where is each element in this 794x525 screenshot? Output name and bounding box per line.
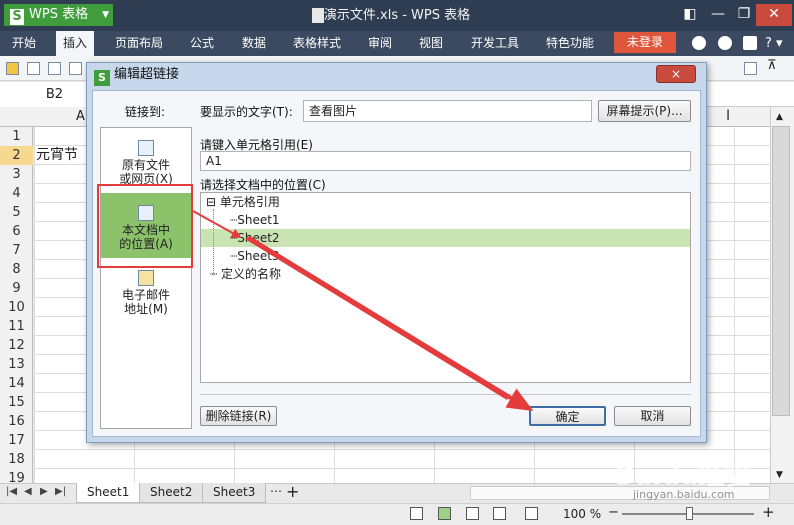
row-number-14[interactable]: 14 — [0, 374, 33, 393]
wps-logo-icon: S — [10, 9, 24, 25]
minimize-button[interactable]: — — [704, 4, 732, 24]
dialog-divider — [200, 394, 691, 395]
add-sheet-button[interactable]: + — [286, 482, 299, 501]
row-number-6[interactable]: 6 — [0, 222, 33, 241]
save-icon[interactable] — [27, 62, 40, 75]
menu-developer[interactable]: 开发工具 — [464, 31, 526, 56]
tree-node-defined-names[interactable]: ┈ 定义的名称 — [210, 265, 281, 283]
cell-ref-input[interactable]: A1 — [200, 151, 691, 171]
row-number-17[interactable]: 17 — [0, 431, 33, 450]
email-icon — [138, 270, 154, 286]
web-page-icon — [138, 140, 154, 156]
help-button[interactable]: ? ▾ — [765, 31, 783, 56]
display-text-label: 要显示的文字(T): — [200, 105, 293, 119]
zoom-level[interactable]: 100 % — [563, 503, 601, 525]
cell-a2[interactable]: 元宵节 — [36, 146, 78, 165]
scroll-down-icon[interactable]: ▼ — [776, 470, 783, 480]
window-close-button[interactable]: ✕ — [756, 4, 792, 26]
reading-mode-icon[interactable] — [525, 507, 538, 520]
column-i-header[interactable]: I — [726, 108, 730, 124]
menu-special[interactable]: 特色功能 — [539, 31, 601, 56]
next-sheet-icon[interactable]: ▶ — [40, 486, 48, 497]
headset-icon[interactable] — [718, 36, 732, 50]
zoom-in-button[interactable]: + — [762, 503, 775, 521]
menu-review[interactable]: 审阅 — [361, 31, 399, 56]
link-type-existing-file-label: 原有文件 或网页(X) — [119, 158, 173, 186]
tree-node-sheet3[interactable]: ┈Sheet3 — [230, 247, 280, 265]
ribbon-toggle-icon[interactable] — [744, 62, 757, 75]
row-number-12[interactable]: 12 — [0, 336, 33, 355]
menu-table-style[interactable]: 表格样式 — [286, 31, 348, 56]
menu-insert[interactable]: 插入 — [56, 31, 95, 56]
ok-button[interactable]: 确定 — [529, 406, 606, 426]
row-number-9[interactable]: 9 — [0, 279, 33, 298]
zoom-out-button[interactable]: − — [608, 505, 619, 520]
tree-node-cell-references[interactable]: ⊟ 单元格引用 — [206, 193, 280, 211]
row-number-2[interactable]: 2 — [0, 146, 33, 165]
link-type-email-label: 电子邮件 地址(M) — [121, 288, 170, 316]
menu-view[interactable]: 视图 — [412, 31, 450, 56]
tab-sheet3[interactable]: Sheet3 — [202, 483, 267, 503]
document-title: 演示文件.xls - WPS 表格 — [323, 8, 471, 23]
row-number-7[interactable]: 7 — [0, 241, 33, 260]
fullscreen-icon[interactable] — [493, 507, 506, 520]
screentip-button[interactable]: 屏幕提示(P)... — [598, 100, 691, 122]
row-number-1[interactable]: 1 — [0, 127, 33, 146]
login-button[interactable]: 未登录 — [614, 32, 676, 53]
scroll-up-icon[interactable]: ▲ — [776, 112, 783, 122]
row-number-16[interactable]: 16 — [0, 412, 33, 431]
wps-logo-icon: S — [94, 70, 110, 86]
row-number-18[interactable]: 18 — [0, 450, 33, 469]
dialog-close-button[interactable]: × — [656, 65, 696, 83]
cancel-button[interactable]: 取消 — [614, 406, 691, 426]
page-layout-view-icon[interactable] — [466, 507, 479, 520]
row-number-8[interactable]: 8 — [0, 260, 33, 279]
print-icon[interactable] — [48, 62, 61, 75]
row-number-5[interactable]: 5 — [0, 203, 33, 222]
row-number-13[interactable]: 13 — [0, 355, 33, 374]
tab-sheet2[interactable]: Sheet2 — [139, 483, 204, 503]
link-type-email[interactable]: 电子邮件 地址(M) — [102, 270, 190, 316]
tree-node-sheet2[interactable]: ┈Sheet2 — [230, 229, 280, 247]
display-text-input[interactable]: 查看图片 — [303, 100, 592, 122]
pin-icon[interactable]: ⊼ — [767, 58, 777, 73]
skin-icon[interactable]: ◧ — [676, 4, 704, 24]
tab-sheet1[interactable]: Sheet1 — [76, 483, 141, 503]
vertical-scroll-thumb[interactable] — [772, 126, 790, 416]
first-sheet-icon[interactable]: |◀ — [6, 486, 17, 497]
link-type-existing-file[interactable]: 原有文件 或网页(X) — [102, 140, 190, 186]
row-number-15[interactable]: 15 — [0, 393, 33, 412]
baidu-watermark: Baidu经验 — [615, 461, 751, 491]
row-number-10[interactable]: 10 — [0, 298, 33, 317]
print-preview-icon[interactable] — [69, 62, 82, 75]
remove-link-button[interactable]: 删除链接(R) — [200, 406, 277, 426]
annotation-highlight-box — [97, 184, 193, 268]
sheet-menu-icon[interactable]: ⋯ — [270, 484, 282, 498]
menu-home[interactable]: 开始 — [5, 31, 43, 56]
menu-formula[interactable]: 公式 — [183, 31, 221, 56]
link-to-label: 链接到: — [125, 105, 166, 119]
open-folder-icon[interactable] — [6, 62, 19, 75]
row-number-11[interactable]: 11 — [0, 317, 33, 336]
wps-app-menu-button[interactable]: S WPS 表格 ▼ — [4, 4, 113, 26]
last-sheet-icon[interactable]: ▶| — [55, 486, 66, 497]
select-place-label: 请选择文档中的位置(C) — [200, 178, 326, 192]
prev-sheet-icon[interactable]: ◀ — [24, 486, 32, 497]
page-break-view-icon[interactable] — [438, 507, 451, 520]
row-number-3[interactable]: 3 — [0, 165, 33, 184]
tree-node-sheet1[interactable]: ┈Sheet1 — [230, 211, 280, 229]
menu-data[interactable]: 数据 — [235, 31, 273, 56]
skin-icon[interactable] — [692, 36, 706, 50]
dialog-title: S 编辑超链接 — [94, 64, 179, 86]
menu-page-layout[interactable]: 页面布局 — [108, 31, 170, 56]
row-number-4[interactable]: 4 — [0, 184, 33, 203]
collapse-icon[interactable]: ⊟ — [206, 195, 216, 209]
chevron-down-icon: ▼ — [102, 10, 109, 20]
zoom-slider-thumb[interactable] — [686, 507, 693, 520]
shirt-icon[interactable] — [743, 36, 757, 50]
restore-button[interactable]: ❐ — [730, 4, 758, 24]
baidu-watermark-url: jingyan.baidu.com — [633, 488, 735, 501]
normal-view-icon[interactable] — [410, 507, 423, 520]
